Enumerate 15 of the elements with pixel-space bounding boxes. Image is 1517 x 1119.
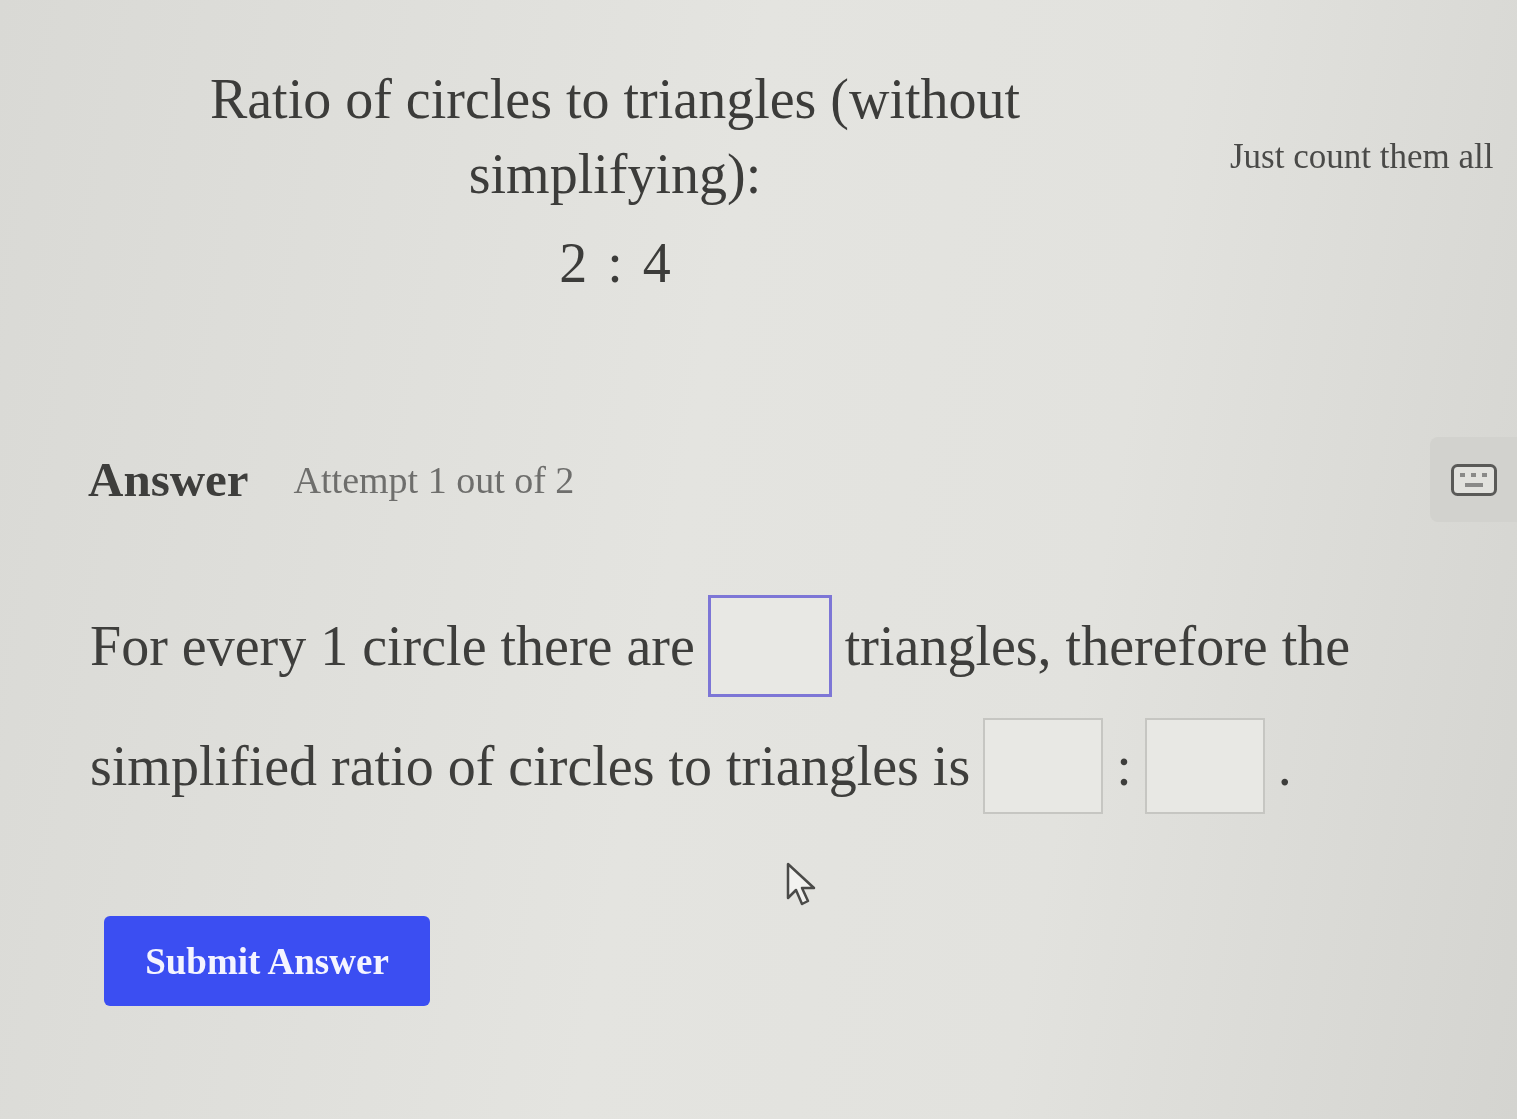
sentence-text: triangles, therefore the (844, 614, 1351, 678)
sentence-text: : (1116, 734, 1132, 798)
sentence-text: . (1277, 734, 1292, 798)
attempt-counter: Attempt 1 out of 2 (293, 457, 575, 502)
sentence-text: simplified ratio of circles to triangles is (90, 734, 971, 798)
mouse-pointer-icon (786, 862, 818, 906)
question-prompt: Ratio of circles to triangles (without simplifying): (208, 67, 1022, 207)
keyboard-button[interactable] (1430, 437, 1517, 522)
answer-box[interactable] (707, 595, 832, 697)
submit-button[interactable]: Submit Answer (104, 916, 430, 1006)
hint-text: Just count them all (1230, 138, 1494, 176)
sentence-text: For every 1 circle there are (90, 614, 695, 678)
keyboard-icon (1450, 463, 1497, 496)
answer-heading: Answer (88, 451, 249, 508)
ratio-text: 2 : 4 (559, 232, 671, 294)
